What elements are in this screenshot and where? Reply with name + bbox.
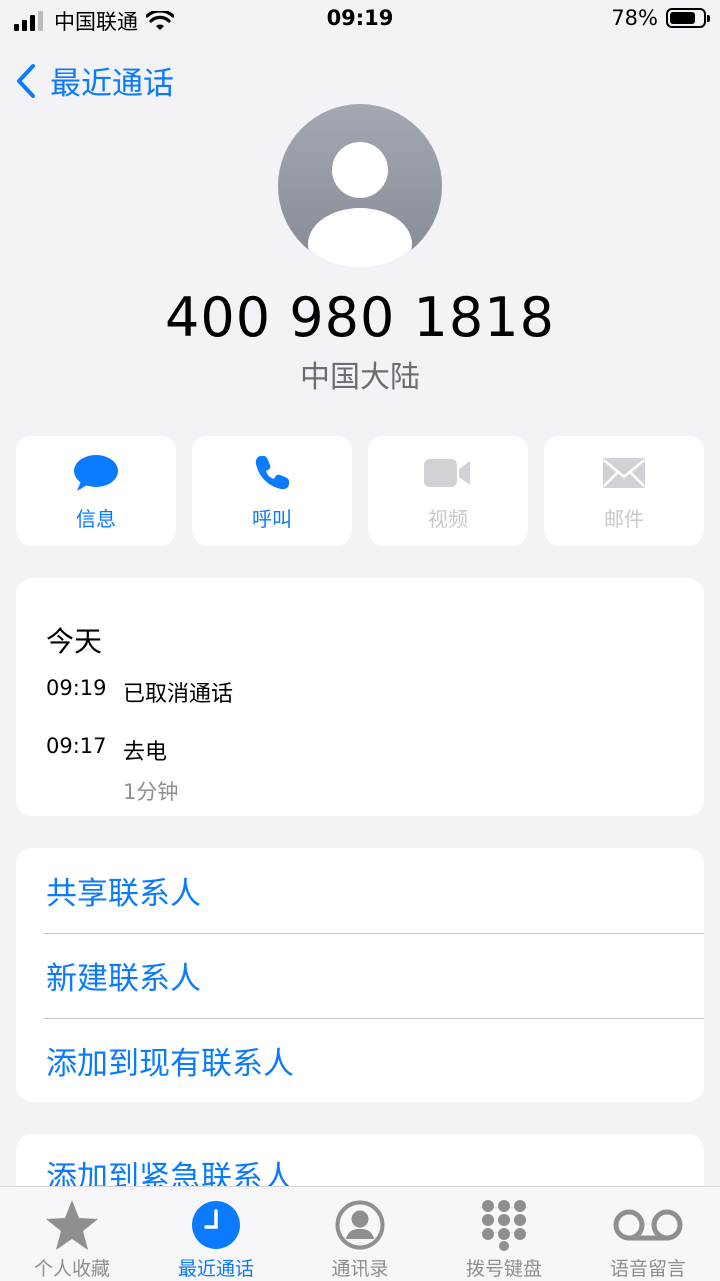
video-label: 视频: [428, 506, 468, 531]
back-label: 最近通话: [50, 66, 174, 102]
tab-favorites[interactable]: 个人收藏: [0, 1187, 144, 1281]
tab-label: 通讯录: [331, 1258, 389, 1280]
keypad-icon: [482, 1199, 526, 1251]
tab-recents[interactable]: 最近通话: [144, 1187, 288, 1281]
recent-calls-card: 今天 09:19 已取消通话 09:17 去电 1分钟: [16, 578, 704, 816]
call-time: 09:17: [46, 734, 107, 758]
avatar: [278, 104, 442, 268]
mail-button[interactable]: 邮件: [544, 436, 704, 546]
call-type: 去电: [123, 740, 168, 765]
call-entry: 09:19 已取消通话: [46, 676, 233, 708]
tab-voicemail[interactable]: 语音留言: [576, 1187, 720, 1281]
add-to-existing-contact-button[interactable]: 添加到现有联系人: [16, 1018, 704, 1102]
call-label: 呼叫: [252, 506, 292, 531]
call-button[interactable]: 呼叫: [192, 436, 352, 546]
tab-label: 语音留言: [609, 1258, 686, 1280]
phone-number: 400 980 1818: [165, 286, 555, 349]
call-entry: 09:17 去电 1分钟: [46, 734, 178, 806]
video-button[interactable]: 视频: [368, 436, 528, 546]
new-contact-button[interactable]: 新建联系人: [16, 933, 704, 1018]
contacts-icon: [335, 1200, 385, 1249]
message-label: 信息: [76, 506, 116, 531]
action-buttons: 信息 呼叫 视频 邮件: [16, 436, 704, 546]
battery-icon: [666, 8, 710, 28]
chevron-left-icon: [17, 63, 35, 98]
battery-level: [670, 12, 695, 24]
mail-label: 邮件: [604, 506, 644, 531]
back-button[interactable]: 最近通话: [16, 58, 174, 103]
star-icon: [46, 1199, 98, 1250]
call-time: 09:19: [46, 676, 107, 700]
calls-day-header: 今天: [46, 625, 103, 658]
battery-percent: 78%: [611, 6, 658, 30]
mail-icon: [603, 457, 645, 488]
tab-label: 最近通话: [177, 1258, 254, 1280]
clock-icon: [192, 1200, 240, 1249]
video-icon: [424, 458, 470, 487]
status-bar: 中国联通 09:19 78%: [0, 0, 720, 40]
message-button[interactable]: 信息: [16, 436, 176, 546]
call-duration: 1分钟: [123, 780, 179, 804]
status-right: 78%: [611, 6, 710, 30]
tab-label: 拨号键盘: [465, 1258, 542, 1280]
person-icon: [308, 142, 412, 268]
voicemail-icon: [613, 1209, 683, 1240]
call-type: 已取消通话: [123, 682, 234, 707]
message-icon: [74, 454, 118, 491]
share-contact-button[interactable]: 共享联系人: [16, 848, 704, 933]
tab-bar: 个人收藏 最近通话 通讯录 拨号键盘 语音留言: [0, 1186, 720, 1281]
phone-region: 中国大陆: [300, 360, 420, 395]
contact-options: 共享联系人 新建联系人 添加到现有联系人: [16, 848, 704, 1102]
tab-contacts[interactable]: 通讯录: [288, 1187, 432, 1281]
tab-keypad[interactable]: 拨号键盘: [432, 1187, 576, 1281]
tab-label: 个人收藏: [33, 1258, 110, 1280]
phone-icon: [255, 455, 289, 489]
